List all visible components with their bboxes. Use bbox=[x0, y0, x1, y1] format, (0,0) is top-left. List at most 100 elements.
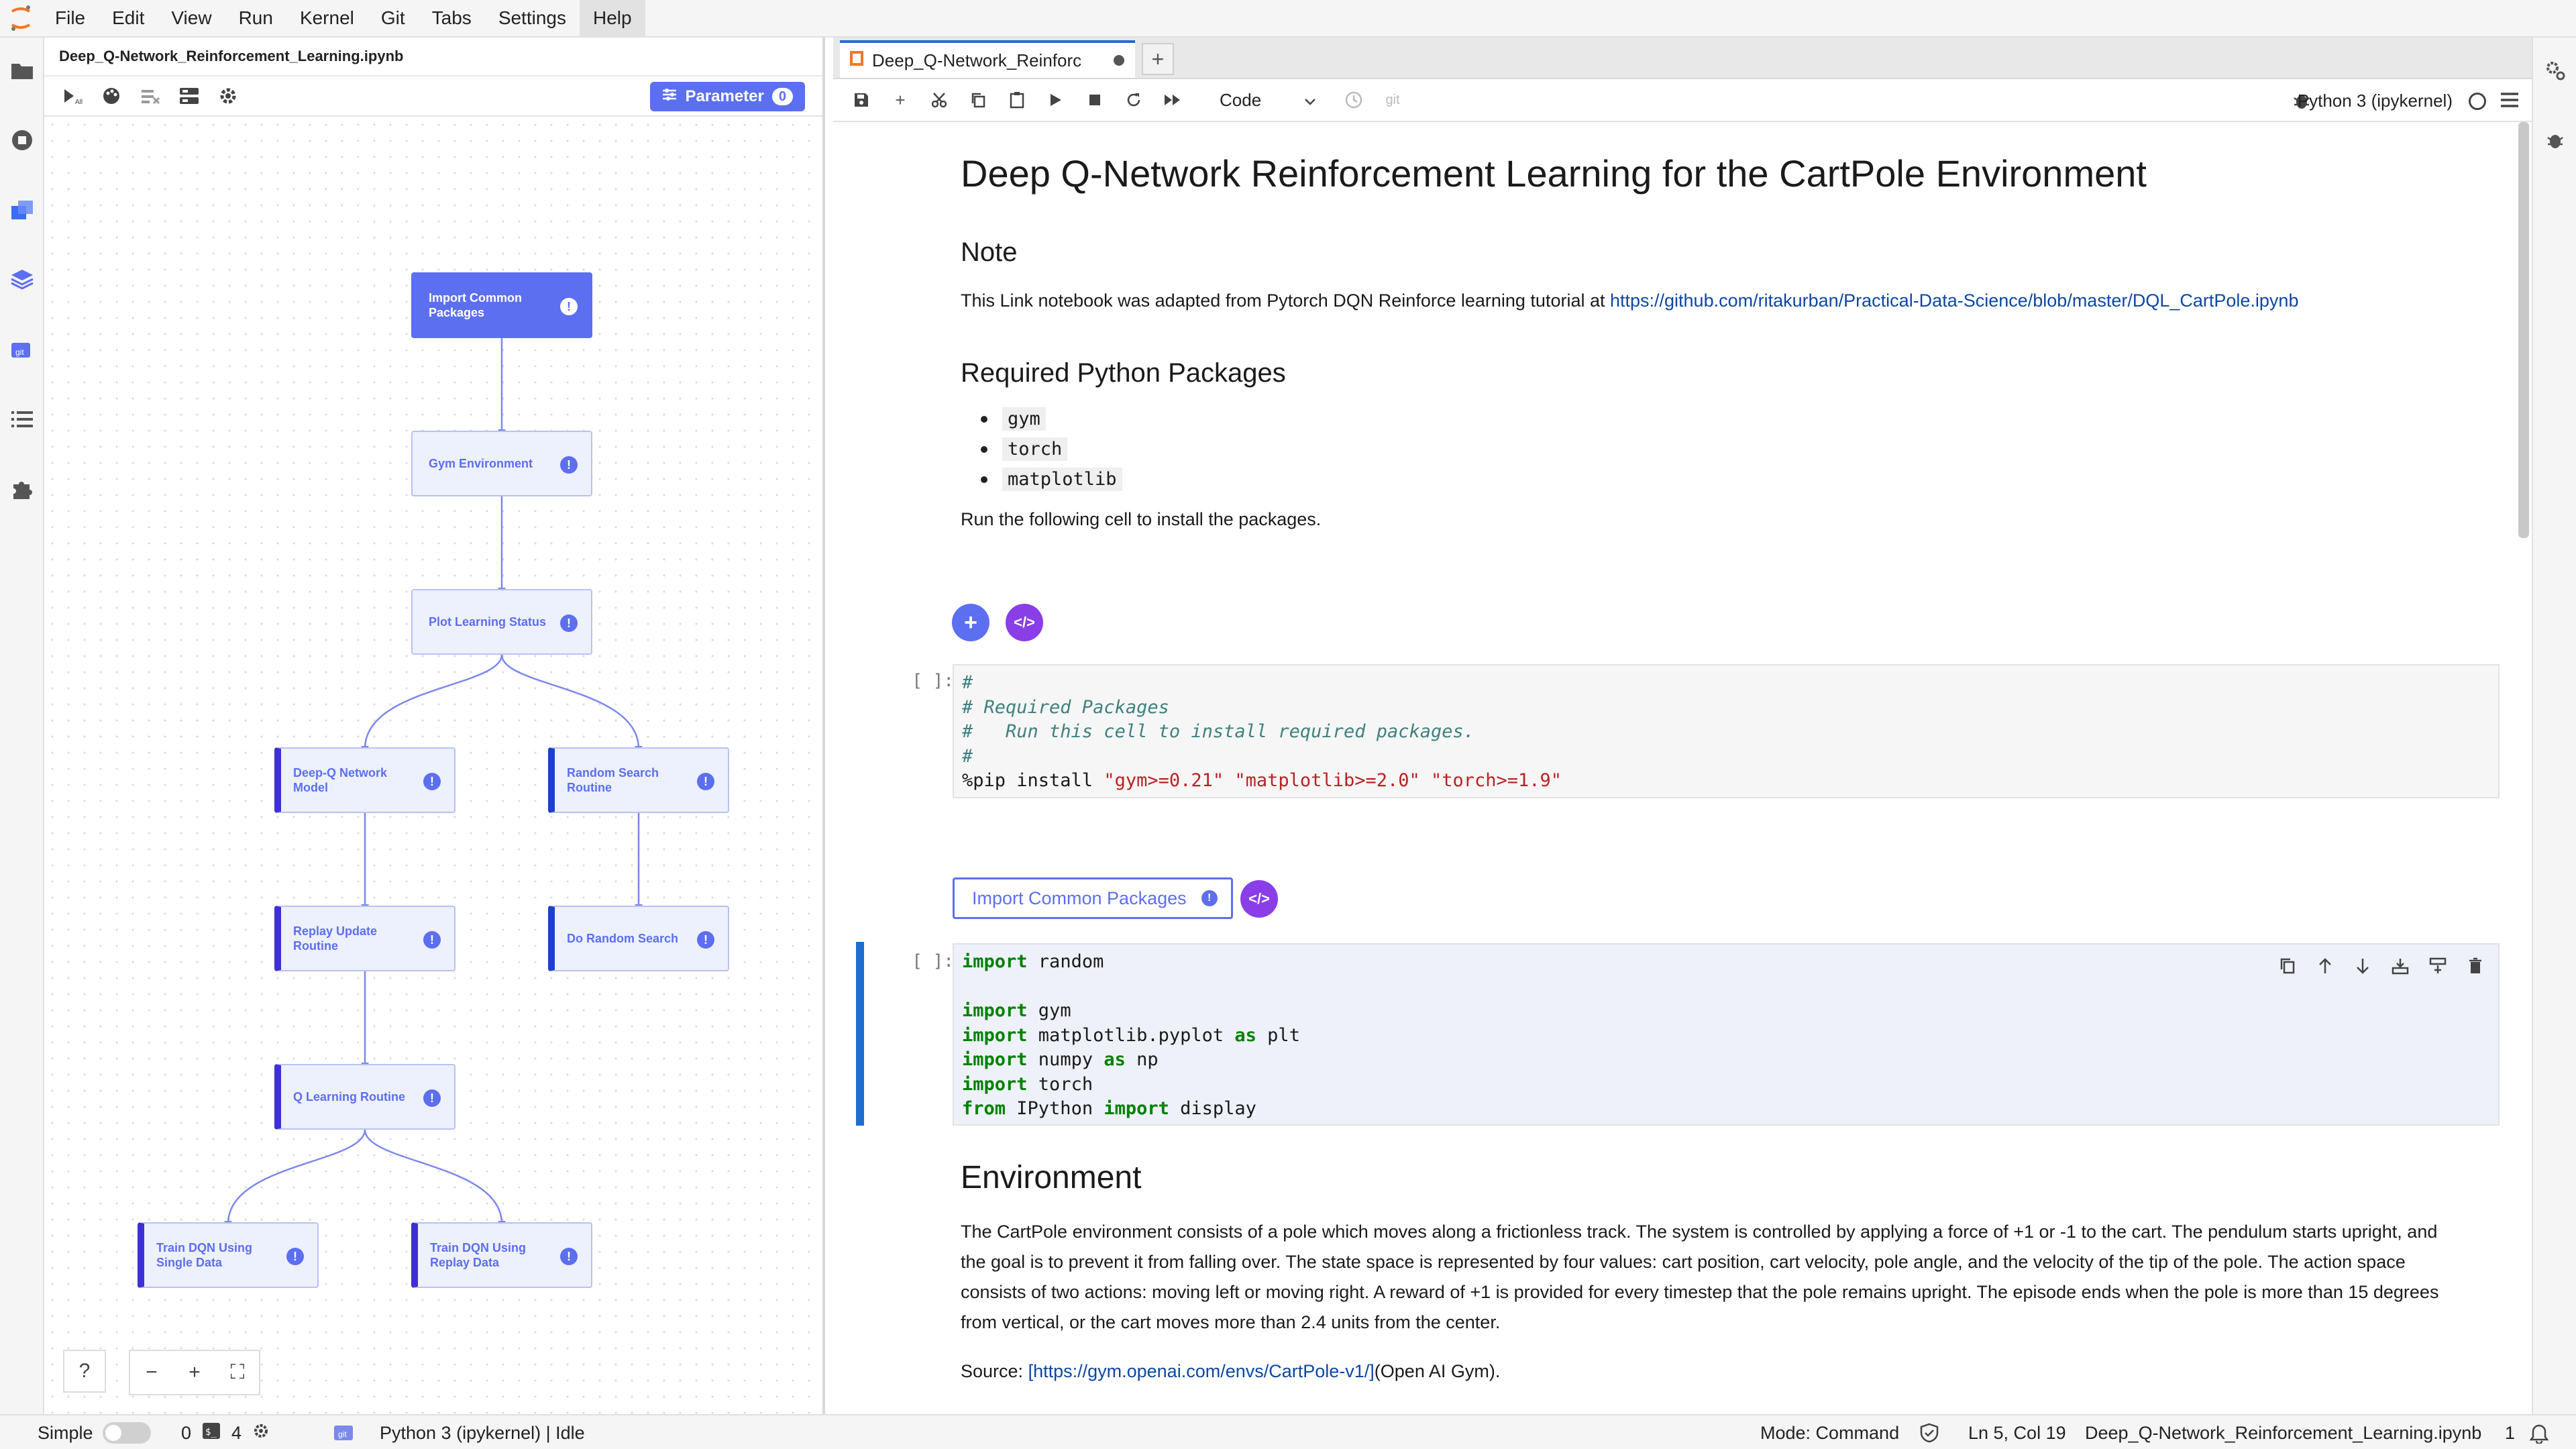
insert-cell-icon[interactable]: + bbox=[884, 84, 916, 116]
running-kernels-icon[interactable] bbox=[8, 126, 36, 154]
clear-outputs-icon[interactable] bbox=[136, 81, 165, 111]
fit-view-button[interactable]: ⛶ bbox=[216, 1351, 259, 1394]
code-snippet-button[interactable]: </> bbox=[1006, 604, 1043, 641]
extension-manager-icon[interactable] bbox=[8, 475, 36, 503]
restart-icon[interactable] bbox=[1118, 84, 1150, 116]
layout-icon[interactable] bbox=[174, 81, 204, 111]
note-link[interactable]: https://github.com/ritakurban/Practical-… bbox=[1610, 290, 2298, 311]
info-icon[interactable]: ! bbox=[697, 773, 714, 790]
menu-tabs[interactable]: Tabs bbox=[419, 0, 485, 37]
settings-gear-icon[interactable] bbox=[213, 81, 243, 111]
run-all-icon[interactable]: All bbox=[58, 81, 87, 111]
fast-forward-icon[interactable] bbox=[1157, 84, 1189, 116]
code-cell-install[interactable]: # # Required Packages # Run this cell to… bbox=[953, 664, 2500, 798]
info-icon[interactable]: ! bbox=[423, 773, 441, 790]
notebook-scrollbar[interactable] bbox=[2518, 122, 2529, 538]
pipeline-node-import-common-packages[interactable]: Import Common Packages ! bbox=[411, 272, 592, 338]
right-activity-bar bbox=[2532, 38, 2576, 1414]
move-down-icon[interactable] bbox=[2344, 951, 2381, 981]
code-snippet-button[interactable]: </> bbox=[1240, 880, 1278, 918]
zoom-in-button[interactable]: + bbox=[173, 1351, 216, 1394]
info-icon[interactable]: ! bbox=[423, 931, 441, 949]
menu-help[interactable]: Help bbox=[579, 0, 645, 37]
terminal-count[interactable]: 0 $_ 4 bbox=[181, 1415, 270, 1449]
git-icon[interactable]: git bbox=[8, 335, 36, 364]
menu-kernel[interactable]: Kernel bbox=[286, 0, 368, 37]
add-cell-button[interactable]: + bbox=[952, 604, 989, 641]
stop-icon[interactable] bbox=[1079, 84, 1111, 116]
property-inspector-icon[interactable] bbox=[2541, 56, 2569, 85]
notification-count[interactable]: 1 bbox=[2505, 1415, 2515, 1449]
insert-below-icon[interactable] bbox=[2419, 951, 2457, 981]
pipeline-node-q-learning-routine[interactable]: Q Learning Routine ! bbox=[274, 1064, 455, 1130]
layers-icon[interactable] bbox=[8, 266, 36, 294]
import-button-label: Import Common Packages bbox=[972, 888, 1187, 908]
node-label: Replay Update Routine bbox=[293, 924, 378, 953]
paste-icon[interactable] bbox=[1001, 84, 1033, 116]
bell-icon[interactable] bbox=[2529, 1415, 2549, 1449]
hamburger-menu-icon[interactable] bbox=[2500, 91, 2520, 109]
simple-mode-toggle[interactable]: Simple bbox=[38, 1415, 151, 1449]
info-icon[interactable]: ! bbox=[560, 456, 578, 474]
menu-git[interactable]: Git bbox=[368, 0, 419, 37]
menu-edit[interactable]: Edit bbox=[99, 0, 158, 37]
clock-icon[interactable] bbox=[1338, 84, 1370, 116]
notebook-title: Deep Q-Network Reinforcement Learning fo… bbox=[961, 152, 2147, 195]
pipeline-node-replay-update-routine[interactable]: Replay Update Routine ! bbox=[274, 906, 455, 971]
cursor-position[interactable]: Ln 5, Col 19 bbox=[1968, 1415, 2066, 1449]
note-paragraph: This Link notebook was adapted from Pyto… bbox=[961, 286, 2436, 316]
link-extension-icon[interactable] bbox=[8, 196, 36, 224]
move-up-icon[interactable] bbox=[2306, 951, 2344, 981]
help-button[interactable]: ? bbox=[63, 1350, 106, 1393]
pipeline-node-train-dqn-replay-data[interactable]: Train DQN Using Replay Data ! bbox=[411, 1222, 592, 1288]
info-icon[interactable]: ! bbox=[697, 931, 714, 949]
git-status-icon[interactable]: git bbox=[333, 1415, 357, 1449]
source-link[interactable]: [https://gym.openai.com/envs/CartPole-v1… bbox=[1028, 1361, 1375, 1381]
delete-cell-icon[interactable] bbox=[2457, 951, 2494, 981]
insert-above-icon[interactable] bbox=[2381, 951, 2419, 981]
trusted-shield-icon[interactable] bbox=[1920, 1415, 1939, 1449]
run-icon[interactable] bbox=[1040, 84, 1072, 116]
pipeline-node-plot-learning-status[interactable]: Plot Learning Status ! bbox=[411, 589, 592, 655]
svg-text:git: git bbox=[15, 347, 24, 357]
copy-icon[interactable] bbox=[962, 84, 994, 116]
pipeline-canvas[interactable]: Import Common Packages ! Gym Environment… bbox=[44, 117, 822, 1414]
pipeline-node-gym-environment[interactable]: Gym Environment ! bbox=[411, 431, 592, 496]
pipeline-node-do-random-search[interactable]: Do Random Search ! bbox=[548, 906, 729, 971]
info-icon[interactable]: ! bbox=[423, 1089, 441, 1107]
cell-type-select[interactable]: Code bbox=[1209, 84, 1327, 116]
save-icon[interactable] bbox=[845, 84, 877, 116]
info-icon[interactable]: ! bbox=[560, 1248, 578, 1265]
cut-icon[interactable] bbox=[923, 84, 955, 116]
duplicate-cell-icon[interactable] bbox=[2269, 951, 2306, 981]
toggle-switch[interactable] bbox=[102, 1422, 151, 1444]
notebook-tab[interactable]: Deep_Q-Network_Reinforc bbox=[840, 40, 1135, 78]
svg-text:All: All bbox=[75, 99, 83, 105]
table-of-contents-icon[interactable] bbox=[8, 405, 36, 433]
menu-settings[interactable]: Settings bbox=[485, 0, 580, 37]
git-diff-button[interactable]: git bbox=[1377, 84, 1409, 116]
parameter-button[interactable]: Parameter 0 bbox=[650, 82, 805, 111]
notebook-mode[interactable]: Mode: Command bbox=[1760, 1415, 1899, 1449]
menu-view[interactable]: View bbox=[158, 0, 225, 37]
debugger-bug-icon[interactable] bbox=[2541, 126, 2569, 154]
info-icon[interactable]: ! bbox=[560, 298, 578, 315]
pipeline-node-random-search-routine[interactable]: Random Search Routine ! bbox=[548, 747, 729, 813]
info-icon[interactable]: ! bbox=[560, 614, 578, 632]
code-line: # Required Packages bbox=[962, 696, 1169, 718]
pipeline-node-deep-q-network-model[interactable]: Deep-Q Network Model ! bbox=[274, 747, 455, 813]
kernel-state[interactable]: Python 3 (ipykernel) | Idle bbox=[380, 1415, 585, 1449]
menu-file[interactable]: File bbox=[42, 0, 99, 37]
folder-icon[interactable] bbox=[8, 56, 36, 85]
chevron-down-icon bbox=[1304, 90, 1316, 111]
kernel-name[interactable]: Python 3 (ipykernel) bbox=[2298, 79, 2453, 122]
code-cell-imports[interactable]: import random import gym import matplotl… bbox=[953, 943, 2500, 1126]
pipeline-node-train-dqn-single-data[interactable]: Train DQN Using Single Data ! bbox=[138, 1222, 319, 1288]
menu-run[interactable]: Run bbox=[225, 0, 286, 37]
zoom-out-button[interactable]: − bbox=[130, 1351, 173, 1394]
palette-icon[interactable] bbox=[97, 81, 126, 111]
import-common-packages-button[interactable]: Import Common Packages ! bbox=[953, 877, 1233, 919]
new-tab-button[interactable]: + bbox=[1142, 43, 1174, 75]
info-icon[interactable]: ! bbox=[286, 1248, 304, 1265]
count-b: 4 bbox=[231, 1422, 242, 1443]
